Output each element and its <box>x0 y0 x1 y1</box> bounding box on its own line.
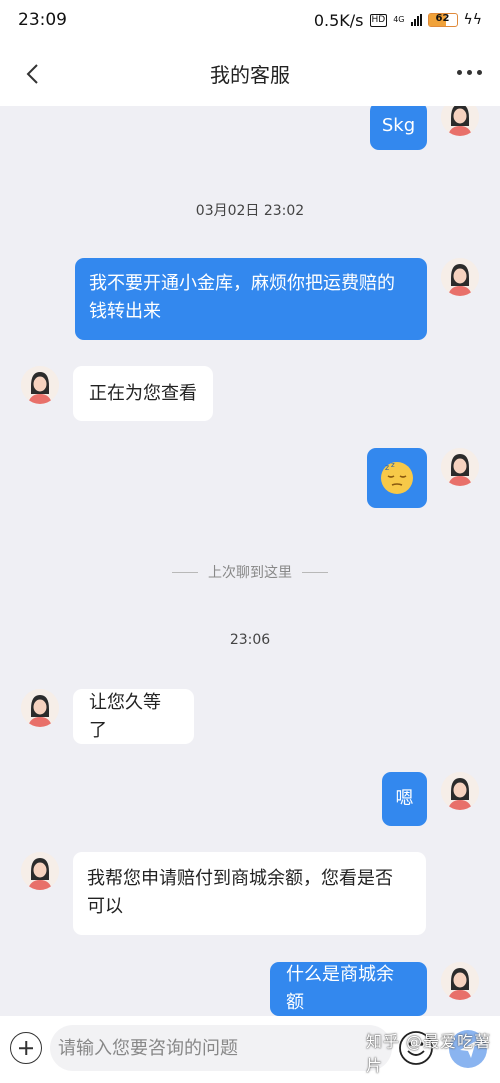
more-icon[interactable] <box>457 70 482 75</box>
back-icon[interactable] <box>22 62 46 86</box>
agent-avatar[interactable] <box>21 366 59 404</box>
message-bubble-me[interactable]: z z <box>367 448 427 508</box>
person-icon <box>21 689 59 727</box>
status-bar: 23:09 0.5K/s HD 4G 62 ϟϟ <box>0 0 500 40</box>
timestamp: 03月02日 23:02 <box>195 203 305 219</box>
agent-avatar[interactable] <box>441 106 479 136</box>
agent-avatar[interactable] <box>21 852 59 890</box>
message-bubble-agent[interactable]: 让您久等了 <box>73 689 194 744</box>
person-icon <box>441 258 479 296</box>
agent-avatar[interactable] <box>21 689 59 727</box>
battery-icon: 62 <box>427 13 458 27</box>
person-icon <box>441 772 479 810</box>
message-bubble-agent[interactable]: 正在为您查看 <box>73 366 213 421</box>
user-avatar[interactable] <box>441 448 479 486</box>
person-icon <box>21 852 59 890</box>
header: 我的客服 <box>0 40 500 106</box>
user-avatar[interactable] <box>441 962 479 1000</box>
user-avatar[interactable] <box>441 772 479 810</box>
message-bubble-me[interactable]: 什么是商城余额 <box>270 962 427 1016</box>
person-icon <box>441 962 479 1000</box>
chat-list[interactable]: Skg 03月02日 23:02 我不要开通小金库，麻烦你把运费赔的 钱转出来 … <box>0 106 500 1016</box>
person-icon <box>441 448 479 486</box>
message-input[interactable] <box>50 1025 392 1071</box>
charging-icon: ϟϟ <box>463 12 482 28</box>
svg-text:z: z <box>391 461 395 469</box>
sleepy-emoji-icon: z z <box>381 461 413 494</box>
status-icons: 0.5K/s HD 4G 62 ϟϟ <box>314 11 482 30</box>
message-bubble-me[interactable]: 我不要开通小金库，麻烦你把运费赔的 钱转出来 <box>75 258 427 340</box>
last-read-divider: 上次聊到这里 <box>0 562 500 582</box>
network-speed: 0.5K/s <box>313 10 364 30</box>
timestamp: 23:06 <box>229 632 271 648</box>
svg-text:z: z <box>385 463 389 472</box>
message-bubble-me[interactable]: 嗯 <box>382 772 427 826</box>
page-title: 我的客服 <box>210 62 290 87</box>
watermark-text: 知乎 @最爱吃薯片 <box>366 1032 492 1075</box>
add-icon[interactable] <box>10 1032 42 1064</box>
message-bubble-me[interactable]: Skg <box>370 106 427 150</box>
network-type: 4G <box>393 15 405 24</box>
user-avatar[interactable] <box>441 258 479 296</box>
message-bubble-agent[interactable]: 我帮您申请赔付到商城余额，您看是否 可以 <box>73 852 426 935</box>
status-time: 23:09 <box>18 10 67 30</box>
hd-icon: HD <box>369 13 388 27</box>
person-icon <box>441 106 479 136</box>
person-icon <box>21 366 59 404</box>
signal-icon <box>410 14 422 26</box>
